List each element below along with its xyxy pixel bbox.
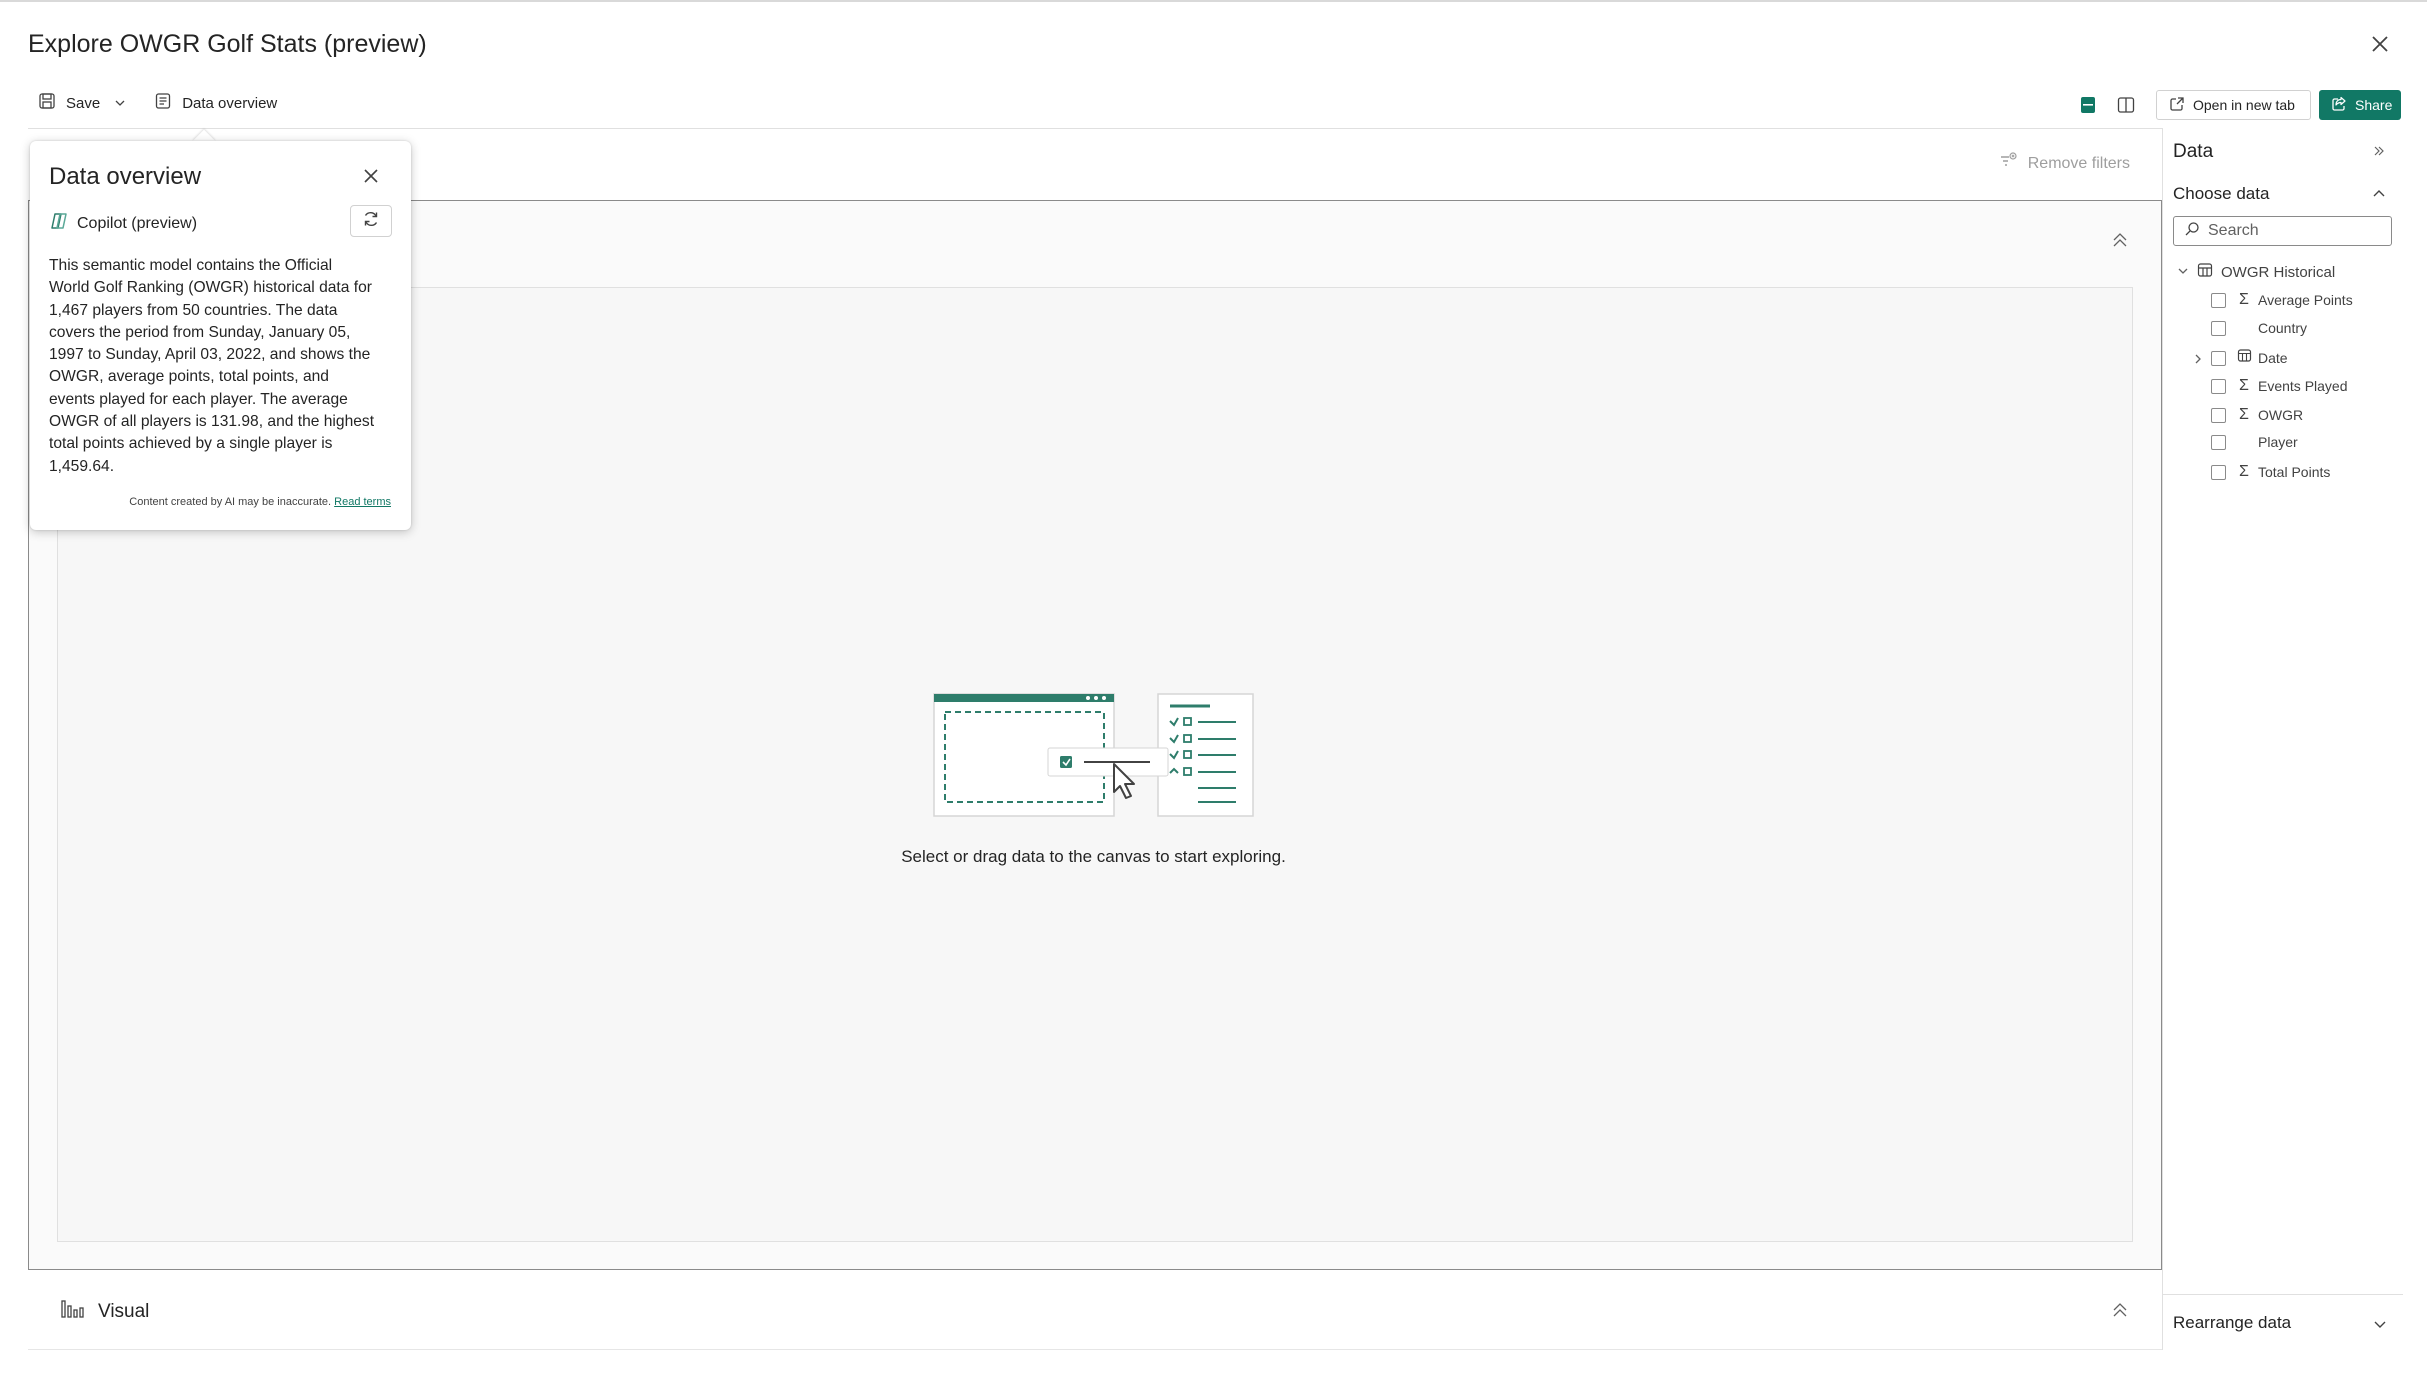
- chevron-right-icon[interactable]: [2191, 352, 2205, 366]
- sigma-icon: Σ: [2239, 406, 2249, 423]
- choose-data-header[interactable]: Choose data: [2173, 184, 2269, 204]
- search-icon: [2184, 221, 2200, 242]
- data-overview-icon: [154, 92, 172, 114]
- field-label: Date: [2258, 350, 2288, 366]
- table-icon: [2197, 262, 2213, 282]
- copilot-label-group: Copilot (preview): [49, 211, 197, 236]
- copilot-label: Copilot (preview): [77, 214, 198, 232]
- field-checkbox[interactable]: [2211, 292, 2226, 308]
- open-in-new-tab-button[interactable]: Open in new tab: [2156, 90, 2311, 120]
- toolbar: Save Data overview: [28, 86, 287, 120]
- close-icon[interactable]: [2366, 30, 2394, 58]
- summary-line: covers the period from Sunday, January 0…: [49, 323, 351, 341]
- visual-label-group: Visual: [60, 1298, 149, 1326]
- field-player[interactable]: Player: [2211, 434, 2298, 450]
- read-terms-link[interactable]: Read terms: [334, 496, 391, 508]
- sigma-icon: Σ: [2239, 377, 2249, 394]
- ai-disclaimer: Content created by AI may be inaccurate.…: [129, 496, 391, 508]
- disclaimer-text: Content created by AI may be inaccurate.: [129, 496, 332, 508]
- field-checkbox[interactable]: [2211, 350, 2226, 366]
- empty-canvas-illustration: [928, 688, 1258, 828]
- data-overview-button[interactable]: Data overview: [144, 86, 287, 120]
- field-label: Country: [2258, 320, 2308, 336]
- field-label: Average Points: [2258, 292, 2353, 308]
- expand-pane-icon[interactable]: [2370, 142, 2388, 160]
- close-icon[interactable]: [360, 165, 382, 187]
- field-label: Total Points: [2258, 464, 2331, 480]
- field-checkbox[interactable]: [2211, 407, 2226, 423]
- data-pane: Data Choose data Search OWGR Historical …: [2162, 128, 2403, 1350]
- remove-filters-label: Remove filters: [2027, 154, 2130, 172]
- chevron-down-icon[interactable]: [2371, 1315, 2389, 1333]
- chevron-down-icon[interactable]: [2177, 264, 2189, 281]
- sigma-icon: Σ: [2239, 291, 2249, 308]
- field-checkbox[interactable]: [2211, 434, 2226, 450]
- visual-label: Visual: [98, 1301, 150, 1322]
- field-total-points[interactable]: Σ Total Points: [2211, 463, 2330, 481]
- refresh-icon: [361, 209, 381, 234]
- data-search-input[interactable]: Search: [2173, 216, 2392, 246]
- layout-side-by-side-view-icon[interactable]: [2111, 90, 2141, 120]
- save-label: Save: [66, 94, 101, 112]
- rearrange-data-label: Rearrange data: [2173, 1313, 2292, 1332]
- rearrange-data-header[interactable]: Rearrange data: [2163, 1294, 2403, 1350]
- bar-chart-icon: [60, 1298, 84, 1326]
- filter-remove-icon: [1998, 151, 2018, 176]
- remove-filters-button[interactable]: Remove filters: [1998, 151, 2130, 176]
- share-button[interactable]: Share: [2319, 90, 2401, 120]
- field-events-played[interactable]: Σ Events Played: [2211, 377, 2348, 395]
- chevron-up-icon[interactable]: [2370, 185, 2388, 203]
- table-name: OWGR Historical: [2221, 263, 2336, 281]
- data-overview-label: Data overview: [182, 94, 278, 112]
- summary-line: total points achieved by a single player…: [49, 435, 333, 453]
- summary-line: 1,459.64.: [49, 457, 115, 475]
- search-placeholder: Search: [2208, 222, 2259, 239]
- share-label: Share: [2355, 97, 2393, 113]
- field-label: Player: [2258, 434, 2298, 450]
- field-checkbox[interactable]: [2211, 320, 2226, 336]
- sigma-icon: Σ: [2239, 463, 2249, 480]
- copilot-icon: [49, 211, 69, 236]
- field-country[interactable]: Country: [2211, 320, 2307, 336]
- expand-visual-chevron-icon[interactable]: [2108, 1298, 2132, 1322]
- summary-line: OWGR, average points, total points, and: [49, 368, 329, 386]
- summary-line: This semantic model contains the Officia…: [49, 257, 333, 274]
- field-date[interactable]: Date: [2211, 348, 2288, 368]
- visual-pane-header[interactable]: Visual: [28, 1272, 2162, 1350]
- calendar-table-icon: [2234, 348, 2254, 368]
- share-icon: [2331, 96, 2347, 115]
- data-pane-title: Data: [2173, 141, 2214, 162]
- empty-canvas-message: Select or drag data to the canvas to sta…: [901, 847, 1286, 866]
- save-icon: [38, 92, 56, 114]
- overview-summary-text: This semantic model contains the Officia…: [49, 255, 399, 478]
- tree-table-owgr-historical[interactable]: OWGR Historical: [2177, 262, 2335, 282]
- data-overview-popover: Data overview Copilot (preview) This sem…: [30, 141, 411, 530]
- summary-line: 1,467 players from 50 countries. The dat…: [49, 301, 338, 319]
- summary-line: events played for each player. The avera…: [49, 390, 348, 408]
- layout-stacked-view-icon[interactable]: [2073, 90, 2103, 120]
- save-options-chevron-icon[interactable]: [110, 86, 130, 120]
- field-owgr[interactable]: Σ OWGR: [2211, 406, 2303, 424]
- field-checkbox[interactable]: [2211, 464, 2226, 480]
- open-in-new-tab-label: Open in new tab: [2193, 97, 2295, 113]
- refresh-button[interactable]: [350, 205, 392, 237]
- summary-line: World Golf Ranking (OWGR) historical dat…: [49, 279, 372, 297]
- window-top-border: [0, 0, 2427, 2]
- field-checkbox[interactable]: [2211, 378, 2226, 394]
- open-external-icon: [2169, 96, 2185, 115]
- page-title: Explore OWGR Golf Stats (preview): [28, 30, 427, 58]
- collapse-canvas-chevron-icon[interactable]: [2108, 228, 2132, 252]
- summary-line: 1997 to Sunday, April 03, 2022, and show…: [49, 346, 371, 364]
- field-average-points[interactable]: Σ Average Points: [2211, 291, 2353, 309]
- save-button[interactable]: Save: [28, 86, 110, 120]
- popover-title: Data overview: [49, 163, 202, 190]
- field-label: OWGR: [2258, 407, 2304, 423]
- field-label: Events Played: [2258, 378, 2348, 394]
- summary-line: OWGR of all players is 131.98, and the h…: [49, 413, 375, 431]
